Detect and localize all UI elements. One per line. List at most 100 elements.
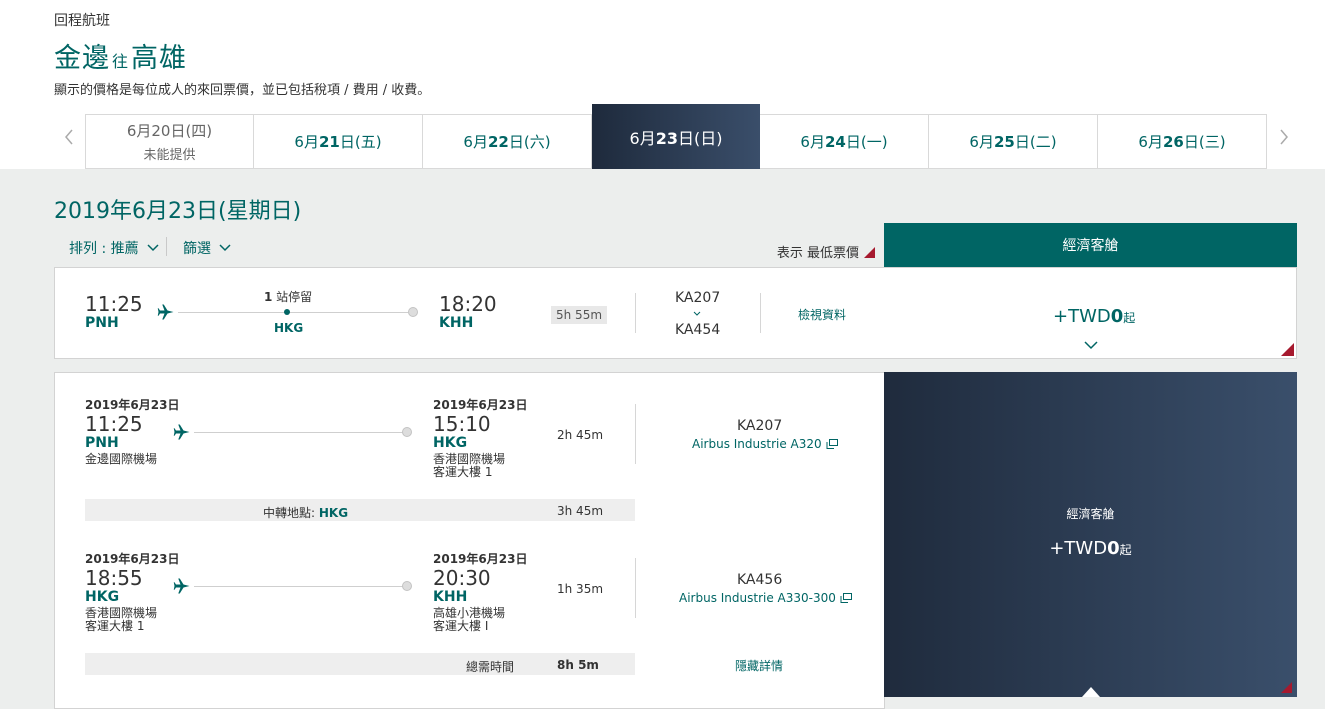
economy-fare-selected-panel[interactable]: [884, 372, 1297, 697]
price-note: 顯示的價格是每位成人的來回票價，並已包括稅項 / 費用 / 收費。: [54, 83, 431, 98]
stops-label: 1 站停留: [264, 290, 313, 304]
seg2-depart-code: HKG: [85, 589, 120, 605]
seg2-arrive-code: KHH: [433, 589, 468, 605]
seg1-depart-code: PNH: [85, 435, 119, 451]
seg1-flight-number: KA207: [737, 418, 783, 434]
lowest-fare-corner-icon: [1281, 682, 1292, 693]
divider: [635, 293, 636, 333]
page-title: 金邊 往高雄: [54, 36, 187, 75]
destination-city: 高雄: [131, 43, 188, 74]
prev-dates-button[interactable]: [55, 105, 83, 169]
summary-price: +TWD0起: [1053, 306, 1136, 327]
date-tab-label: 6月25日(二): [969, 133, 1057, 151]
date-tab-label: 6月24日(一): [800, 133, 888, 151]
transfer-info: 中轉地點: HKG: [263, 506, 349, 520]
date-tab-label: 6月21日(五): [294, 133, 382, 151]
transfer-strip: 中轉地點: HKG 3h 45m: [85, 499, 635, 521]
seg2-aircraft-link[interactable]: Airbus Industrie A330-300: [679, 591, 852, 605]
selected-fare-price: +TWD0起: [1049, 538, 1132, 559]
seg2-duration: 1h 35m: [557, 582, 604, 596]
external-window-icon: [826, 439, 838, 449]
hide-details-link[interactable]: 隱藏詳情: [735, 657, 783, 674]
selected-date-heading: 2019年6月23日(星期日): [54, 199, 302, 224]
next-dates-button[interactable]: [1270, 105, 1298, 169]
page-label: 回程航班: [54, 13, 110, 29]
seg1-arrive-date: 2019年6月23日: [433, 398, 528, 412]
plane-icon: [173, 578, 190, 594]
summary-arrive-time: 18:20: [439, 292, 497, 316]
plane-icon: [157, 304, 174, 320]
total-time-strip: 總需時間 8h 5m: [85, 653, 635, 675]
toolbar-divider: [166, 237, 167, 256]
seg1-depart-date: 2019年6月23日: [85, 398, 180, 412]
seg1-arrive-time: 15:10: [433, 412, 491, 436]
date-tab-label: 6月20日(四): [126, 122, 213, 140]
stop-airport-code: HKG: [274, 321, 304, 335]
seg1-arrive-terminal: 客運大樓 1: [433, 465, 493, 479]
lowest-fare-label: 表示 最低票價: [776, 246, 859, 261]
lowest-fare-marker-icon: [864, 247, 875, 258]
route-line: [178, 312, 408, 313]
route-line: [194, 432, 404, 433]
sort-dropdown[interactable]: 排列 : 推薦: [69, 238, 159, 258]
lowest-fare-legend: 表示 最低票價: [777, 242, 875, 261]
chevron-left-icon: [65, 129, 73, 145]
summary-depart-code: PNH: [85, 315, 119, 331]
chevron-down-icon: [693, 311, 701, 316]
total-time-label: 總需時間: [466, 660, 515, 674]
route-connector: 往: [112, 52, 130, 71]
filter-label: 篩選: [183, 241, 211, 257]
divider: [635, 404, 636, 464]
date-tab-0620[interactable]: 6月20日(四) 未能提供: [85, 114, 254, 169]
date-tab-0621[interactable]: 6月21日(五): [254, 114, 423, 169]
date-tab-label: 6月23日(日): [629, 128, 723, 148]
summary-arrive-code: KHH: [439, 315, 474, 331]
seg1-duration: 2h 45m: [557, 428, 604, 442]
origin-city: 金邊: [54, 43, 110, 74]
route-end-dot: [402, 581, 412, 591]
chevron-down-icon: [147, 244, 159, 252]
date-tab-unavailable: 未能提供: [143, 148, 196, 163]
divider: [635, 558, 636, 618]
seg2-arrive-time: 20:30: [433, 566, 491, 590]
summary-flight-2: KA454: [675, 322, 721, 338]
external-window-icon: [840, 593, 852, 603]
seg2-arrive-terminal: 客運大樓 I: [433, 619, 489, 633]
view-details-link[interactable]: 檢視資料: [798, 306, 846, 323]
date-tab-0624[interactable]: 6月24日(一): [760, 114, 929, 169]
date-tab-label: 6月26日(三): [1138, 133, 1226, 151]
route-end-dot: [402, 427, 412, 437]
date-tab-label: 6月22日(六): [463, 133, 551, 151]
cabin-header-economy: 經濟客艙: [884, 223, 1297, 267]
date-tab-0626[interactable]: 6月26日(三): [1098, 114, 1267, 169]
summary-duration: 5h 55m: [551, 306, 608, 324]
chevron-down-icon: [1084, 341, 1098, 350]
route-line: [194, 586, 404, 587]
date-tab-0623-selected[interactable]: 6月23日(日): [592, 104, 760, 169]
seg2-depart-terminal: 客運大樓 1: [85, 619, 145, 633]
seg2-depart-time: 18:55: [85, 566, 143, 590]
seg2-flight-number: KA456: [737, 572, 783, 588]
stop-dot: [284, 309, 290, 315]
route-end-dot: [408, 307, 418, 317]
seg2-arrive-date: 2019年6月23日: [433, 552, 528, 566]
seg2-depart-date: 2019年6月23日: [85, 552, 180, 566]
chevron-down-icon: [219, 244, 231, 252]
selected-caret-icon: [1082, 687, 1100, 697]
sort-label: 排列 : 推薦: [69, 241, 139, 257]
lowest-fare-corner-icon: [1281, 343, 1294, 356]
summary-flight-1: KA207: [675, 290, 721, 306]
chevron-right-icon: [1280, 129, 1288, 145]
filter-dropdown[interactable]: 篩選: [183, 238, 231, 258]
seg1-arrive-code: HKG: [433, 435, 468, 451]
date-tab-0622[interactable]: 6月22日(六): [423, 114, 592, 169]
plane-icon: [173, 424, 190, 440]
transfer-duration: 3h 45m: [557, 504, 604, 518]
total-time-value: 8h 5m: [557, 658, 599, 672]
date-tab-0625[interactable]: 6月25日(二): [929, 114, 1098, 169]
seg1-depart-airport: 金邊國際機場: [85, 452, 158, 466]
selected-cabin-label: 經濟客艙: [1066, 507, 1115, 521]
summary-depart-time: 11:25: [85, 292, 143, 316]
seg1-depart-time: 11:25: [85, 412, 143, 436]
seg1-aircraft-link[interactable]: Airbus Industrie A320: [692, 437, 838, 451]
